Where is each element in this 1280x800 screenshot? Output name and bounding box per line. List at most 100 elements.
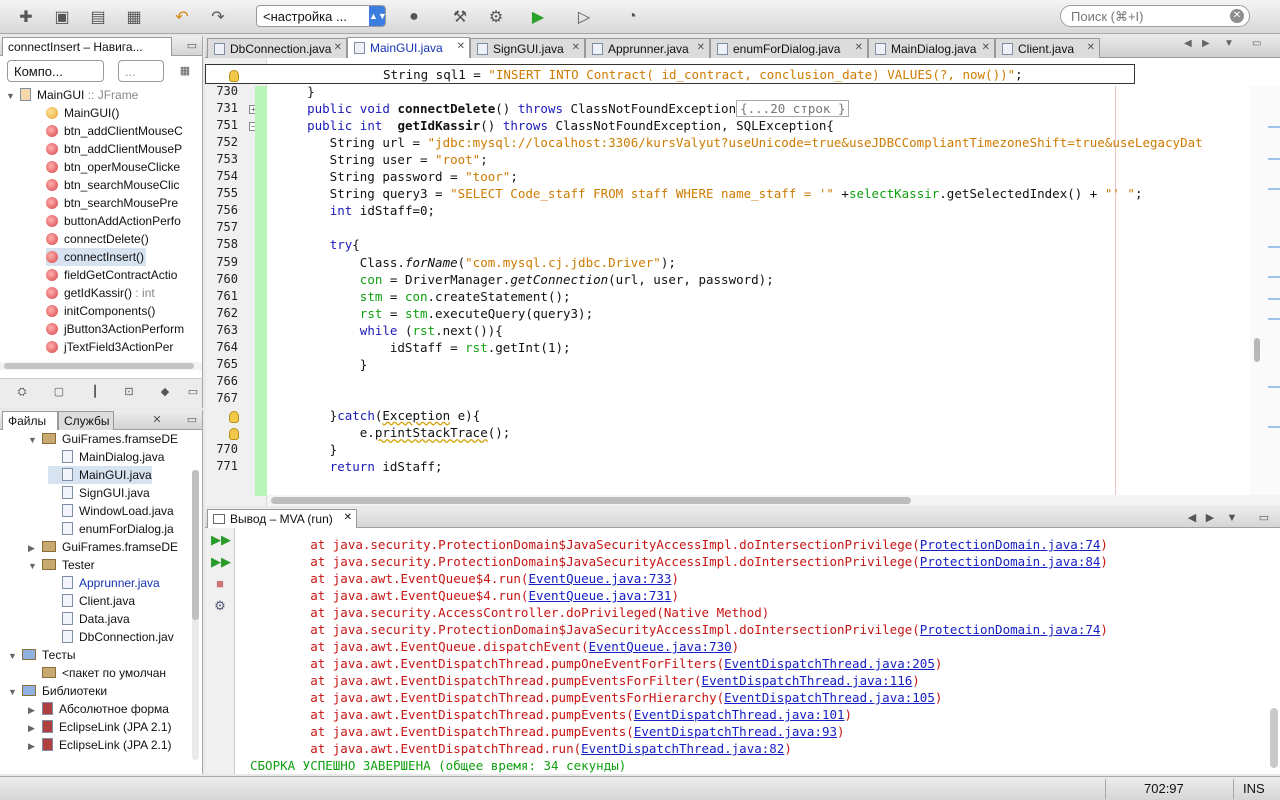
code-line[interactable]: idStaff = rst.getInt(1); [277,340,571,355]
project-tree-item[interactable]: Apprunner.java [48,574,160,592]
scroll-left-icon[interactable]: ◀ [1184,38,1192,49]
scroll-right-icon[interactable]: ▶ [1203,511,1217,525]
projects-vscroll[interactable] [192,470,199,760]
minimize-icon[interactable]: ▭ [1257,511,1271,525]
code-line[interactable]: String url = "jdbc:mysql://localhost:330… [277,135,1203,150]
navigator-tab[interactable]: connectInsert – Навига... [2,37,172,56]
navigator-item[interactable]: btn_searchMousePre [46,194,180,212]
navigator-item[interactable]: connectDelete() [46,230,151,248]
toggle-icon[interactable]: ▼ [28,431,38,449]
code-line[interactable]: e.printStackTrace(); [277,425,511,440]
inherited-filter-icon[interactable]: ◆ [158,385,172,399]
editor-vscroll[interactable] [1250,86,1280,506]
code-line[interactable]: while (rst.next()){ [277,323,503,338]
project-tree-item[interactable]: ▶ EclipseLink (JPA 2.1) [28,736,172,754]
error-stripe-mark[interactable] [1268,188,1280,190]
close-icon[interactable]: ✕ [150,413,164,427]
vscroll-thumb[interactable] [1254,338,1260,362]
code-editor[interactable]: 730 731 751 752 753 754 755 756 757 758 759 760 761 7… [205,58,1280,506]
toggle-icon[interactable]: ▼ [6,87,16,105]
collapsed-fold[interactable]: {...20 строк } [736,100,850,118]
stacktrace-link[interactable]: ProtectionDomain.java:74 [920,537,1101,552]
project-tree-item[interactable]: SignGUI.java [48,484,150,502]
static-filter-icon[interactable]: ▢ [52,385,66,399]
navigator-item[interactable]: btn_operMouseClicke [46,158,182,176]
navigator-settings-icon[interactable]: ▦ [176,64,194,78]
navigator-view-select[interactable]: Компо... [7,60,104,82]
code-line[interactable]: rst = stm.executeQuery(query3); [277,306,593,321]
tab-files[interactable]: Файлы [2,411,58,430]
stacktrace-link[interactable]: ProtectionDomain.java:74 [920,622,1101,637]
profile-icon[interactable]: ◔ [620,5,644,29]
navigator-item[interactable]: getIdKassir() : int [46,284,157,302]
project-tree-item[interactable]: MainGUI.java [48,466,152,484]
stacktrace-link[interactable]: EventQueue.java:733 [528,571,671,586]
navigator-item[interactable]: jTextField3ActionPer [46,338,175,356]
error-stripe-mark[interactable] [1268,386,1280,388]
clear-search-icon[interactable]: ✕ [1230,9,1244,23]
project-tree-item[interactable]: Data.java [48,610,130,628]
stacktrace-link[interactable]: EventDispatchThread.java:93 [634,724,837,739]
editor-tab[interactable]: MainDialog.java ✕ [868,38,995,58]
close-icon[interactable]: ✕ [982,42,990,53]
navigator-item[interactable]: fieldGetContractActio [46,266,179,284]
editor-hscroll[interactable] [267,495,1280,506]
project-tree-item[interactable]: ▶ EclipseLink (JPA 2.1) [28,718,172,736]
navigator-hscroll[interactable] [0,362,202,370]
scroll-left-icon[interactable]: ◀ [1185,511,1199,525]
hint-bulb-icon[interactable] [229,70,239,82]
code-line[interactable]: con = DriverManager.getConnection(url, u… [277,272,774,287]
output-vscroll[interactable] [1270,708,1278,768]
toggle-icon[interactable]: ▼ [8,647,18,665]
minimize-icon[interactable]: ▭ [185,413,199,427]
editor-tab[interactable]: SignGUI.java ✕ [470,38,585,58]
navigator-item[interactable]: jButton3ActionPerform [46,320,186,338]
tab-services[interactable]: Службы [58,411,114,430]
code-line[interactable]: Class.forName("com.mysql.cj.jdbc.Driver"… [277,255,676,270]
code-line[interactable]: int idStaff=0; [277,203,435,218]
hammer-icon[interactable]: ⚒ [448,5,472,29]
search-input[interactable]: Поиск (⌘+I) ✕ [1060,5,1250,27]
code-line[interactable]: try{ [277,237,360,252]
non-public-filter-icon[interactable]: ┃ [88,385,102,399]
editor-tab[interactable]: enumForDialog.java ✕ [710,38,868,58]
project-tree-item[interactable]: MainDialog.java [48,448,164,466]
navigator-item[interactable]: MainGUI() [46,104,121,122]
project-tree-item[interactable]: ▼ GuiFrames.framseDE [28,430,178,448]
toggle-icon[interactable]: ▶ [28,737,38,755]
project-tree-item[interactable]: enumForDialog.ja [48,520,174,538]
code-line[interactable]: String password = "toor"; [277,169,518,184]
editor-tab[interactable]: DbConnection.java ✕ [207,38,347,58]
output-tab[interactable]: Вывод – MVA (run) ✕ [207,509,357,528]
output-settings-icon[interactable]: ⚙ [211,598,229,614]
project-tree-item[interactable]: ▶ GuiFrames.framseDE [28,538,178,556]
project-tree-item[interactable]: ▶ Абсолютное форма [28,700,169,718]
navigator-item[interactable]: btn_searchMouseClic [46,176,181,194]
warning-bulb-icon[interactable] [229,428,239,440]
scroll-right-icon[interactable]: ▶ [1202,38,1210,49]
toggle-icon[interactable]: ▼ [8,683,18,701]
stacktrace-link[interactable]: EventDispatchThread.java:116 [702,673,913,688]
toggle-icon[interactable]: ▶ [28,701,38,719]
project-tree-item[interactable]: ▼ Tester [28,556,95,574]
code-line[interactable]: return idStaff; [277,459,443,474]
error-stripe-mark[interactable] [1268,426,1280,428]
hscroll-thumb[interactable] [271,497,911,504]
code-line[interactable]: public void connectDelete() throws Class… [277,100,850,118]
stacktrace-link[interactable]: EventQueue.java:730 [589,639,732,654]
stacktrace-link[interactable]: EventQueue.java:731 [528,588,671,603]
config-select[interactable]: <настройка ... ▲▼ [256,5,387,27]
stacktrace-link[interactable]: EventDispatchThread.java:105 [724,690,935,705]
code-line[interactable]: stm = con.createStatement(); [277,289,571,304]
sort-icon[interactable]: ▭ [186,385,200,399]
maximize-icon[interactable]: ▭ [1252,38,1261,49]
stacktrace-link[interactable]: EventDispatchThread.java:101 [634,707,845,722]
stacktrace-link[interactable]: EventDispatchThread.java:82 [581,741,784,756]
fields-filter-icon[interactable]: ⛭ [15,385,29,399]
error-stripe-mark[interactable] [1268,246,1280,248]
rerun-icon[interactable]: ▶▶ [211,532,231,548]
debug-icon[interactable]: ▷ [572,5,596,29]
code-line[interactable]: }catch(Exception e){ [277,408,481,423]
stacktrace-link[interactable]: ProtectionDomain.java:84 [920,554,1101,569]
new-file-icon[interactable]: ✚ [14,5,38,29]
